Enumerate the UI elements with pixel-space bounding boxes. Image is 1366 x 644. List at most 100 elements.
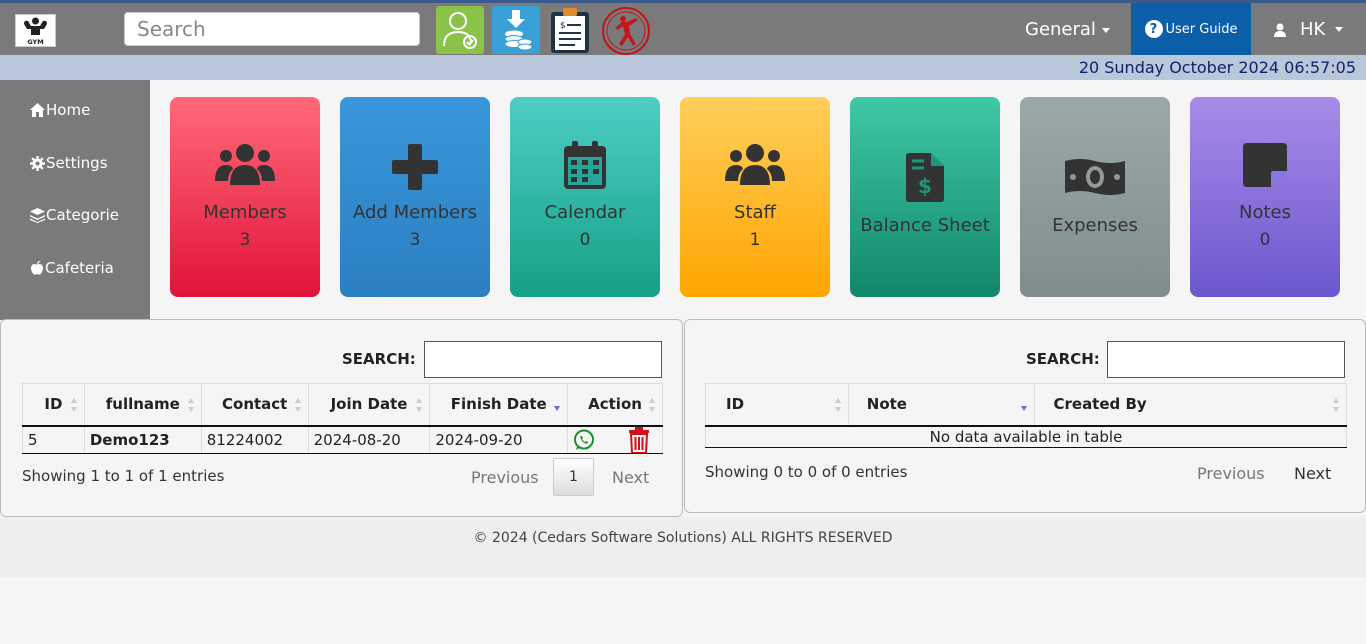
members-tile[interactable]: Members 3	[170, 97, 320, 297]
members-search-input[interactable]	[424, 341, 662, 378]
calendar-tile[interactable]: Calendar 0	[510, 97, 660, 297]
sidebar-item-home[interactable]: Home	[30, 101, 90, 119]
balance-sheet-tile[interactable]: $ Balance Sheet	[850, 97, 1000, 297]
trash-icon[interactable]	[628, 426, 650, 454]
column-header-fullname[interactable]: fullname	[84, 383, 202, 427]
cell-join-date: 2024-08-20	[308, 425, 431, 454]
sidebar-item-label: Cafeteria	[45, 259, 114, 277]
user-name: HK	[1300, 19, 1326, 40]
previous-page-button[interactable]: Previous	[1197, 464, 1265, 483]
column-header-action[interactable]: Action	[567, 383, 663, 427]
notes-tile[interactable]: Notes 0	[1190, 97, 1340, 297]
table-info: Showing 1 to 1 of 1 entries	[22, 467, 225, 485]
column-header-finish-date[interactable]: Finish Date	[429, 383, 569, 427]
invoice-dollar-icon: $	[850, 153, 1000, 202]
question-circle-icon: ?	[1144, 20, 1163, 38]
member-check-app-icon[interactable]	[436, 6, 484, 54]
top-navbar: GYM $	[0, 0, 1366, 55]
home-icon	[30, 103, 45, 117]
tile-count: 1	[749, 230, 761, 250]
tile-count: 0	[1259, 230, 1271, 250]
chevron-down-icon	[1101, 27, 1110, 33]
empty-table-message: No data available in table	[705, 425, 1347, 448]
user-guide-label: User Guide	[1165, 21, 1238, 37]
sort-icon	[834, 398, 841, 412]
staff-tile[interactable]: Staff 1	[680, 97, 830, 297]
previous-page-button[interactable]: Previous	[471, 468, 539, 487]
sidebar-item-label: Settings	[46, 154, 108, 172]
tile-label: Calendar	[544, 202, 626, 223]
cell-contact: 81224002	[201, 425, 309, 454]
column-header-join-date[interactable]: Join Date	[308, 383, 431, 427]
members-table: ID fullname Contact Join Date Finish Dat…	[22, 383, 663, 454]
sort-icon	[1333, 398, 1339, 412]
sticky-note-icon	[1190, 143, 1340, 187]
add-members-tile[interactable]: Add Members 3	[340, 97, 490, 297]
column-header-id[interactable]: ID	[22, 383, 85, 427]
column-header-contact[interactable]: Contact	[201, 383, 309, 427]
user-icon	[1274, 23, 1286, 37]
column-header-note[interactable]: Note	[848, 383, 1036, 427]
gear-icon	[30, 155, 45, 171]
search-label: SEARCH:	[1026, 350, 1100, 368]
whatsapp-icon[interactable]	[573, 429, 595, 451]
plus-icon	[340, 144, 490, 190]
next-page-button[interactable]: Next	[1294, 464, 1331, 483]
tile-count: 3	[409, 230, 421, 250]
sort-desc-icon	[1021, 406, 1028, 411]
user-guide-button[interactable]: ? User Guide	[1131, 3, 1251, 55]
members-table-panel: SEARCH: ID fullname Contact Join Date Fi…	[0, 319, 683, 517]
tile-label: Add Members	[353, 202, 477, 223]
layers-icon	[30, 207, 45, 223]
table-row[interactable]: 5 Demo123 81224002 2024-08-20 2024-09-20	[22, 425, 663, 454]
users-icon	[170, 143, 320, 185]
table-row: No data available in table	[705, 425, 1347, 448]
gym-logo[interactable]: GYM	[15, 14, 56, 47]
invoice-clipboard-app-icon[interactable]: $	[549, 6, 597, 54]
search-label: SEARCH:	[342, 350, 416, 368]
current-date-time: 20 Sunday October 2024 06:57:05	[1078, 58, 1356, 77]
table-info: Showing 0 to 0 of 0 entries	[705, 463, 908, 481]
coins-download-app-icon[interactable]	[492, 6, 540, 54]
cell-action	[567, 425, 663, 454]
apple-icon	[31, 260, 43, 275]
user-menu[interactable]: HK	[1272, 19, 1344, 40]
cell-id: 5	[22, 425, 85, 454]
sidebar-item-settings[interactable]: Settings	[30, 154, 108, 172]
money-bill-icon	[1020, 157, 1170, 197]
tile-label: Staff	[734, 202, 776, 223]
sidebar-item-label: Categorie	[46, 206, 120, 224]
copyright-text: © 2024 (Cedars Software Solutions) ALL R…	[473, 530, 893, 546]
search-input[interactable]	[124, 12, 420, 46]
sidebar: Home Settings Categorie Cafeteria	[0, 80, 150, 320]
sidebar-item-cafeteria[interactable]: Cafeteria	[30, 259, 114, 277]
notes-search-input[interactable]	[1107, 341, 1345, 378]
tile-label: Members	[203, 202, 287, 223]
date-strip: 20 Sunday October 2024 06:57:05	[0, 55, 1366, 80]
sort-icon	[187, 398, 194, 412]
cell-fullname: Demo123	[84, 425, 202, 454]
svg-text:$: $	[918, 174, 932, 198]
column-header-id[interactable]: ID	[705, 383, 849, 427]
tile-label: Expenses	[1052, 215, 1138, 236]
tile-count: 3	[239, 230, 251, 250]
sidebar-item-label: Home	[46, 101, 91, 119]
notes-table: ID Note Created By No data available in …	[705, 383, 1347, 448]
fighter-logo-app-icon[interactable]	[601, 6, 650, 55]
svg-text:$: $	[560, 21, 566, 31]
sort-icon	[70, 398, 77, 412]
next-page-button[interactable]: Next	[612, 468, 649, 487]
chevron-down-icon	[1335, 27, 1344, 32]
expenses-tile[interactable]: Expenses	[1020, 97, 1170, 297]
general-dropdown[interactable]: General	[1025, 19, 1110, 40]
tile-label: Balance Sheet	[860, 215, 990, 236]
page-1-button[interactable]: 1	[553, 458, 594, 496]
tile-count: 0	[579, 230, 591, 250]
column-header-created-by[interactable]: Created By	[1034, 383, 1347, 427]
tile-label: Notes	[1239, 202, 1291, 223]
sort-icon	[294, 398, 301, 412]
footer: © 2024 (Cedars Software Solutions) ALL R…	[0, 517, 1366, 577]
sort-desc-icon	[554, 406, 561, 411]
notes-table-panel: SEARCH: ID Note Created By No data avail…	[684, 319, 1366, 513]
sidebar-item-categorie[interactable]: Categorie	[30, 206, 119, 224]
